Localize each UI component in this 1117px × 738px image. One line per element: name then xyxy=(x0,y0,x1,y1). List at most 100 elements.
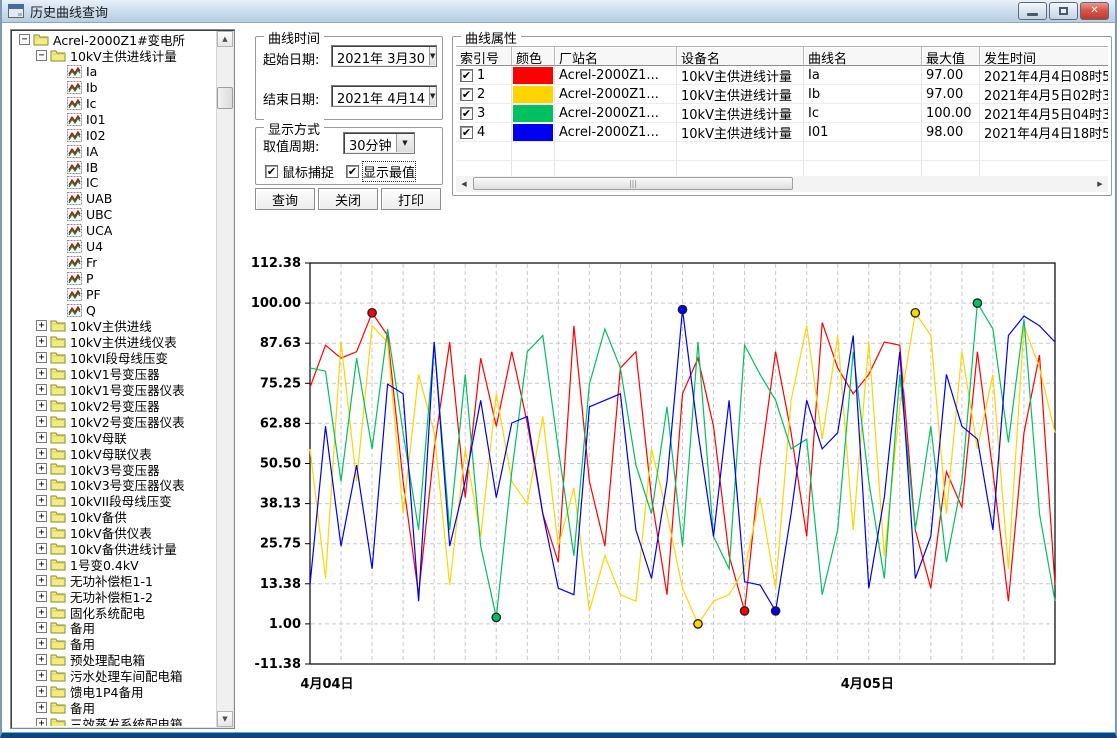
expand-icon[interactable]: + xyxy=(36,686,47,697)
expand-icon[interactable]: + xyxy=(36,463,47,474)
table-row[interactable]: ✔2Acrel-2000Z1...10kV主供进线计量Ib97.002021年4… xyxy=(456,85,1108,104)
expand-icon[interactable]: + xyxy=(36,432,47,443)
query-button[interactable]: 查询 xyxy=(255,188,315,210)
end-date-select[interactable]: 2021年 4月14 ▼ xyxy=(331,85,437,107)
tree-item[interactable]: P xyxy=(13,270,215,286)
tree-item[interactable]: Ic xyxy=(13,96,215,112)
expand-icon[interactable]: + xyxy=(36,622,47,633)
chevron-down-icon[interactable]: ▼ xyxy=(396,134,413,152)
column-header[interactable]: 厂站名 xyxy=(555,47,677,66)
table-horizontal-scrollbar[interactable]: ◀ ▶ xyxy=(456,176,1108,192)
minimize-button[interactable] xyxy=(1018,2,1047,20)
collapse-icon[interactable]: − xyxy=(36,50,47,61)
expand-icon[interactable]: + xyxy=(36,670,47,681)
expand-icon[interactable]: + xyxy=(36,416,47,427)
expand-icon[interactable]: + xyxy=(36,495,47,506)
folder-icon xyxy=(50,542,66,555)
column-header[interactable]: 曲线名 xyxy=(804,47,922,66)
tree-item[interactable]: PF xyxy=(13,286,215,302)
title-bar[interactable]: 历史曲线查询 ✕ xyxy=(2,0,1115,23)
folder-icon xyxy=(50,494,66,507)
max-value-cell: 98.00 xyxy=(922,123,980,141)
min-marker-Ic xyxy=(492,613,500,621)
tree-item[interactable]: UBC xyxy=(13,207,215,223)
expand-icon[interactable]: + xyxy=(36,654,47,665)
expand-icon[interactable]: + xyxy=(36,702,47,713)
table-row[interactable]: ✔1Acrel-2000Z1...10kV主供进线计量Ia97.002021年4… xyxy=(456,66,1108,85)
tree-item[interactable]: +馈电1P4备用 xyxy=(13,684,215,700)
scrollbar-thumb[interactable] xyxy=(217,87,233,109)
restore-button[interactable] xyxy=(1049,2,1078,20)
mouse-capture-checkbox[interactable]: ✔ 鼠标捕捉 xyxy=(265,162,334,181)
column-header[interactable]: 发生时间 xyxy=(980,47,1108,66)
table-row[interactable]: ✔3Acrel-2000Z1...10kV主供进线计量Ic100.002021年… xyxy=(456,104,1108,123)
expand-icon[interactable]: + xyxy=(36,575,47,586)
close-button[interactable]: ✕ xyxy=(1080,2,1109,20)
collapse-icon[interactable]: − xyxy=(19,34,30,45)
table-row[interactable]: ✔4Acrel-2000Z1...10kV主供进线计量I0198.002021年… xyxy=(456,123,1108,142)
expand-icon[interactable]: + xyxy=(36,591,47,602)
expand-icon[interactable]: + xyxy=(36,384,47,395)
row-checkbox[interactable]: ✔ xyxy=(460,88,473,101)
chevron-down-icon[interactable]: ▼ xyxy=(429,87,435,105)
tree-item[interactable]: Ia xyxy=(13,64,215,80)
tree-item[interactable]: I01 xyxy=(13,111,215,127)
tree-item[interactable]: +备用 xyxy=(13,620,215,636)
start-date-label: 起始日期: xyxy=(263,49,319,68)
close-window-button[interactable]: 关闭 xyxy=(318,188,378,210)
expand-icon[interactable]: + xyxy=(36,400,47,411)
expand-icon[interactable]: + xyxy=(36,559,47,570)
tree-item[interactable]: I02 xyxy=(13,127,215,143)
expand-icon[interactable]: + xyxy=(36,448,47,459)
tree-item[interactable]: IC xyxy=(13,175,215,191)
tree-item-label: Fr xyxy=(86,255,97,270)
expand-icon[interactable]: + xyxy=(36,607,47,618)
tree-item[interactable]: +三效蒸发系统配电箱 xyxy=(13,715,215,726)
show-extremes-checkbox[interactable]: ✔ 显示最值 xyxy=(346,162,415,181)
expand-icon[interactable]: + xyxy=(36,479,47,490)
expand-icon[interactable]: + xyxy=(36,718,47,726)
expand-icon[interactable]: + xyxy=(36,352,47,363)
row-checkbox[interactable]: ✔ xyxy=(460,126,473,139)
expand-icon[interactable]: + xyxy=(36,368,47,379)
tree-item-label: Ic xyxy=(86,96,97,111)
start-date-select[interactable]: 2021年 3月30 ▼ xyxy=(331,45,437,67)
row-checkbox[interactable]: ✔ xyxy=(460,69,473,82)
scroll-up-arrow[interactable]: ▲ xyxy=(217,31,233,47)
folder-icon xyxy=(50,335,66,348)
tree-item[interactable]: U4 xyxy=(13,239,215,255)
tree-vertical-scrollbar[interactable]: ▲ ▼ xyxy=(216,31,233,727)
folder-icon xyxy=(33,33,49,46)
chevron-down-icon[interactable]: ▼ xyxy=(429,47,435,65)
tree-item[interactable]: Ib xyxy=(13,80,215,96)
min-marker-Ib xyxy=(694,620,702,628)
column-header[interactable]: 颜色 xyxy=(512,47,555,66)
expand-icon[interactable]: + xyxy=(36,638,47,649)
tree-item[interactable]: Fr xyxy=(13,254,215,270)
scroll-down-arrow[interactable]: ▼ xyxy=(217,711,233,727)
tree-item[interactable]: +固化系统配电 xyxy=(13,604,215,620)
expand-icon[interactable]: + xyxy=(36,320,47,331)
column-header[interactable]: 索引号 xyxy=(456,47,512,66)
curve-icon xyxy=(67,304,82,317)
row-checkbox[interactable]: ✔ xyxy=(460,107,473,120)
column-header[interactable]: 设备名 xyxy=(677,47,804,66)
tree-item[interactable]: UAB xyxy=(13,191,215,207)
tree-item[interactable]: IB xyxy=(13,159,215,175)
scroll-right-arrow[interactable]: ▶ xyxy=(1093,177,1107,191)
expand-icon[interactable]: + xyxy=(36,527,47,538)
expand-icon[interactable]: + xyxy=(36,336,47,347)
tree-item[interactable]: UCA xyxy=(13,223,215,239)
folder-icon xyxy=(50,717,66,726)
column-header[interactable]: 最大值 xyxy=(922,47,980,66)
scroll-left-arrow[interactable]: ◀ xyxy=(457,177,471,191)
curve-icon xyxy=(67,176,82,189)
tree-item[interactable]: IA xyxy=(13,143,215,159)
scrollbar-thumb[interactable] xyxy=(473,177,793,190)
expand-icon[interactable]: + xyxy=(36,543,47,554)
expand-icon[interactable]: + xyxy=(36,511,47,522)
print-button[interactable]: 打印 xyxy=(381,188,441,210)
tree-item-label: UCA xyxy=(86,223,112,238)
period-select[interactable]: 30分钟 ▼ xyxy=(343,132,415,154)
tree-item[interactable]: −10kV主供进线计量 xyxy=(13,48,215,64)
